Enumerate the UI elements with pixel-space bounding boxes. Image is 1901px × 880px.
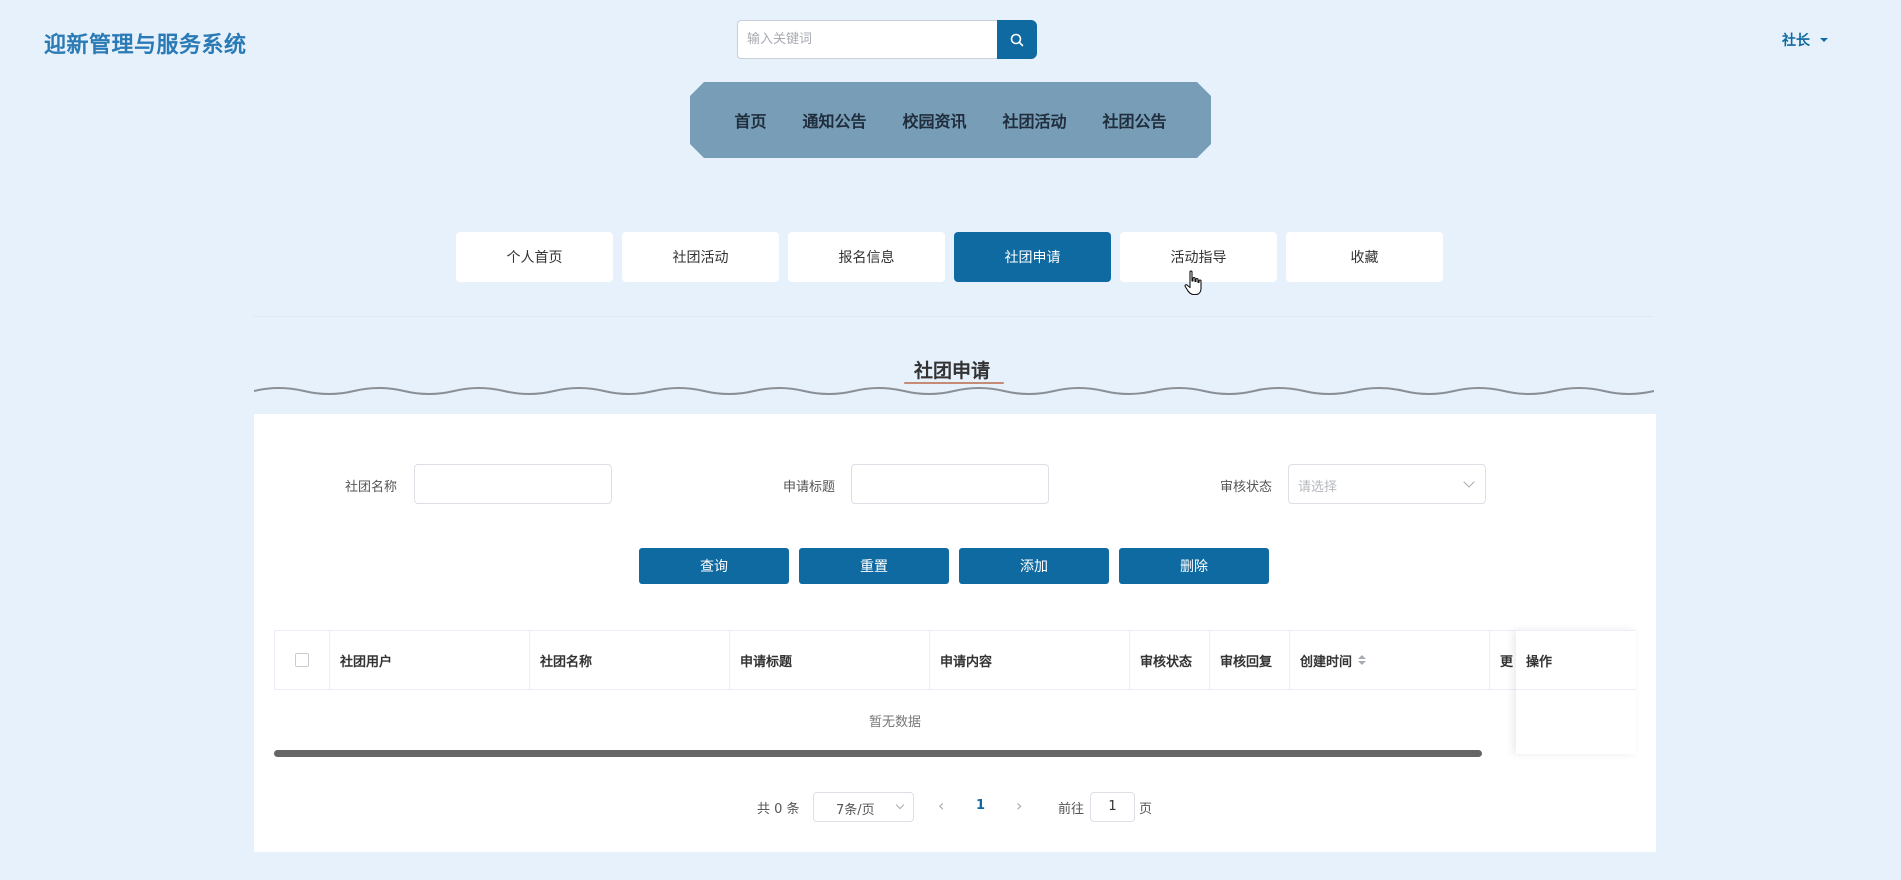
search-input[interactable]	[737, 20, 998, 59]
divider	[254, 316, 1654, 317]
created-time-label: 创建时间	[1300, 654, 1353, 670]
page-suffix: 页	[1139, 802, 1153, 817]
query-button[interactable]: 查询	[639, 548, 789, 584]
sort-icon[interactable]	[1358, 655, 1367, 665]
col-club-user: 社团用户	[329, 631, 529, 689]
main-nav: 首页 通知公告 校园资讯 社团活动 社团公告	[690, 82, 1211, 158]
goto-label: 前往	[1058, 802, 1085, 817]
action-buttons: 查询 重置 添加 删除	[639, 548, 1269, 584]
empty-text: 暂无数据	[868, 714, 921, 730]
search-button[interactable]	[997, 20, 1037, 59]
tab-favorites[interactable]: 收藏	[1286, 232, 1443, 282]
hand-pointer-icon	[1184, 270, 1202, 296]
reset-button[interactable]: 重置	[799, 548, 949, 584]
header: 迎新管理与服务系统 社长	[0, 0, 1901, 80]
tab-registration-info[interactable]: 报名信息	[788, 232, 945, 282]
application-table: 社团用户 社团名称 申请标题 申请内容 审核状态 审核回复 创建时间 更 暂无数…	[274, 630, 1636, 760]
apply-title-input[interactable]	[851, 464, 1049, 504]
pagination: 共 0 条 7条/页 ‹ 1 › 前往 1 页	[254, 792, 1656, 822]
user-menu[interactable]: 社长	[1782, 30, 1828, 50]
apply-title-label: 申请标题	[783, 480, 836, 495]
nav-item-home[interactable]: 首页	[734, 108, 766, 132]
app-title: 迎新管理与服务系统	[44, 33, 247, 58]
delete-button[interactable]: 删除	[1119, 548, 1269, 584]
nav-item-campus-news[interactable]: 校园资讯	[902, 108, 966, 132]
select-all-checkbox[interactable]	[295, 653, 309, 667]
prev-page-icon[interactable]: ‹	[938, 798, 944, 814]
section-title: 社团申请	[914, 360, 991, 382]
center-tabs: 个人首页 社团活动 报名信息 社团申请 活动指导 收藏	[456, 232, 1443, 282]
chevron-down-icon	[895, 800, 905, 810]
wave-divider	[254, 387, 1654, 395]
table-header: 社团用户 社团名称 申请标题 申请内容 审核状态 审核回复 创建时间 更	[274, 630, 1636, 690]
tab-club-activities[interactable]: 社团活动	[622, 232, 779, 282]
col-created-time[interactable]: 创建时间	[1289, 631, 1489, 689]
col-review-status: 审核状态	[1129, 631, 1209, 689]
col-actions: 操作	[1516, 631, 1636, 690]
next-page-icon[interactable]: ›	[1016, 798, 1022, 814]
club-name-label: 社团名称	[345, 480, 398, 495]
add-button[interactable]: 添加	[959, 548, 1109, 584]
goto-page-input[interactable]: 1	[1090, 792, 1135, 822]
tab-personal-home[interactable]: 个人首页	[456, 232, 613, 282]
col-club-name: 社团名称	[529, 631, 729, 689]
user-name: 社长	[1782, 33, 1810, 49]
page-size-value: 7条/页	[836, 803, 875, 818]
select-all-cell	[274, 631, 329, 689]
search-icon	[1010, 33, 1024, 46]
tab-club-application[interactable]: 社团申请	[954, 232, 1111, 282]
status-select[interactable]: 请选择	[1288, 464, 1486, 504]
page-size-select[interactable]: 7条/页	[813, 792, 914, 822]
horizontal-scrollbar[interactable]	[274, 750, 1482, 757]
col-apply-content: 申请内容	[929, 631, 1129, 689]
page-number[interactable]: 1	[976, 798, 985, 813]
application-panel: 社团名称 申请标题 审核状态 请选择 查询 重置 添加 删除 社团用户 社团名称…	[254, 414, 1656, 852]
col-review-reply: 审核回复	[1209, 631, 1289, 689]
chevron-down-icon	[1463, 476, 1475, 488]
status-label: 审核状态	[1220, 480, 1273, 495]
action-column: 操作	[1516, 630, 1636, 754]
search-bar	[737, 20, 1037, 59]
nav-item-club-activities[interactable]: 社团活动	[1003, 108, 1067, 132]
club-name-input[interactable]	[414, 464, 612, 504]
nav-item-notices[interactable]: 通知公告	[802, 108, 866, 132]
filter-form: 社团名称 申请标题 审核状态 请选择	[254, 464, 1656, 504]
total-count: 共 0 条	[757, 802, 800, 817]
nav-item-club-announcements[interactable]: 社团公告	[1103, 108, 1167, 132]
goto-page-value: 1	[1108, 799, 1117, 814]
caret-down-icon	[1820, 38, 1828, 42]
col-apply-title: 申请标题	[729, 631, 929, 689]
status-placeholder: 请选择	[1298, 480, 1338, 495]
